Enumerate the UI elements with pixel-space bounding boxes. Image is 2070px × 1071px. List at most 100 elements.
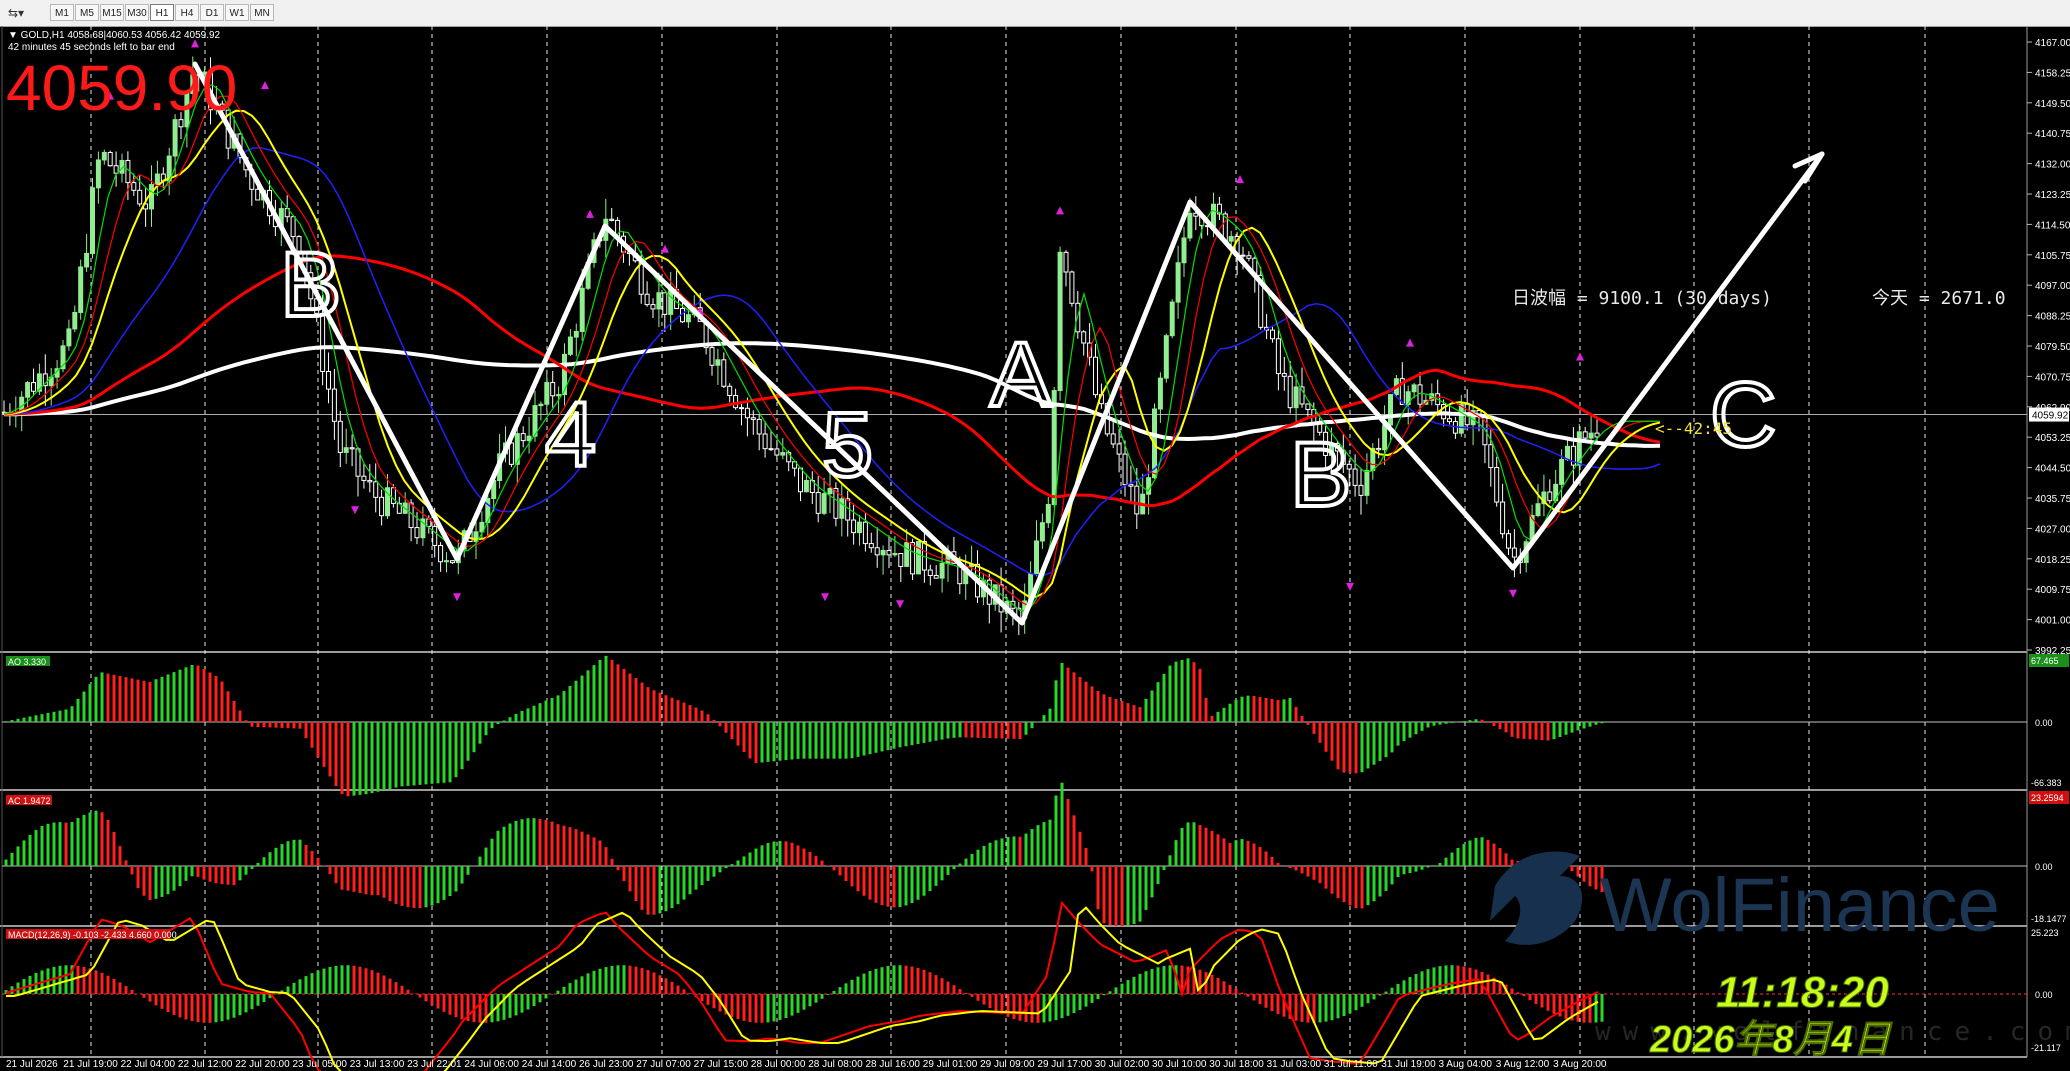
candle-body	[851, 519, 857, 534]
candle-body	[1488, 444, 1494, 469]
timeframe-h1[interactable]: H1	[150, 4, 174, 21]
timeframe-mn[interactable]: MN	[250, 4, 274, 21]
time-tick-label: 22 Jul 12:00	[178, 1059, 233, 1070]
candle-body	[172, 119, 178, 157]
candle-body	[1500, 501, 1506, 535]
fractal-arrow-icon	[1576, 352, 1584, 361]
candle-body	[90, 187, 95, 254]
candle-body	[361, 475, 367, 481]
candle-body	[709, 347, 715, 366]
candle-body	[343, 447, 349, 453]
timeframe-m15[interactable]: M15	[100, 4, 124, 21]
candle-body	[1069, 271, 1075, 304]
price-tick-label: 4140.75	[2035, 129, 2070, 140]
fractal-arrow-icon	[261, 81, 269, 90]
price-tick-label: 4070.75	[2035, 372, 2070, 383]
timeframe-m30[interactable]: M30	[125, 4, 149, 21]
candle-body	[579, 287, 585, 332]
candle-body	[255, 188, 261, 201]
timeframe-d1[interactable]: D1	[200, 4, 224, 21]
price-tick-label: 4123.25	[2035, 190, 2070, 201]
candle-body	[1511, 547, 1517, 558]
candle-body	[1246, 255, 1252, 259]
candle-body	[1093, 356, 1098, 396]
fractal-arrow-icon	[821, 593, 829, 602]
price-tick-label: 4132.00	[2035, 160, 2070, 171]
time-tick-label: 30 Jul 18:00	[1209, 1059, 1264, 1070]
candle-body	[1376, 447, 1382, 451]
time-tick-label: 28 Jul 08:00	[808, 1059, 863, 1070]
macd-line	[5, 900, 1599, 1071]
candle-body	[1181, 237, 1187, 264]
timeframe-m1[interactable]: M1	[50, 4, 74, 21]
timeframe-h4[interactable]: H4	[175, 4, 199, 21]
candle-body	[149, 184, 154, 210]
fractal-arrow-icon	[453, 593, 461, 602]
timeframe-toolbar: ⇆▾ M1 M5 M15 M30 H1 H4 D1 W1 MN	[0, 0, 2070, 27]
wave-label-b-0: B	[280, 234, 341, 336]
candle-body	[650, 304, 656, 310]
candle-body	[727, 385, 733, 396]
time-tick-label: 3 Aug 04:00	[1439, 1059, 1493, 1070]
time-tick-label: 27 Jul 15:00	[694, 1059, 749, 1070]
candle-body	[798, 467, 803, 493]
candle-body	[1506, 533, 1511, 549]
symbol-info: ▼ GOLD,H1 4058.68|4060.53 4056.42 4059.9…	[8, 30, 221, 41]
candle-body	[862, 521, 868, 545]
candle-body	[520, 433, 526, 442]
candle-body	[31, 382, 36, 392]
candle-body	[1287, 375, 1293, 409]
candle-body	[939, 562, 945, 579]
clock: 11:18:20	[1716, 968, 1889, 1017]
candle-body	[839, 498, 845, 519]
fractal-arrow-icon	[1056, 206, 1064, 215]
candle-body	[898, 553, 904, 567]
fractal-arrow-icon	[1018, 652, 1026, 660]
timeframe-w1[interactable]: W1	[225, 4, 249, 21]
candle-body	[1281, 373, 1287, 377]
price-tick-label: 4035.75	[2035, 494, 2070, 505]
time-tick-label: 27 Jul 07:00	[636, 1059, 691, 1070]
candle-body	[444, 560, 449, 563]
candle-body	[1364, 469, 1370, 496]
fractal-arrow-icon	[1236, 175, 1244, 184]
candle-body	[373, 481, 379, 498]
candle-body	[721, 359, 727, 387]
candle-body	[78, 266, 84, 313]
candle-body	[1116, 443, 1122, 455]
candle-body	[414, 527, 420, 539]
candle-body	[1034, 540, 1039, 575]
time-tick-label: 30 Jul 02:00	[1095, 1059, 1150, 1070]
candle-body	[1157, 377, 1163, 410]
candle-body	[1358, 484, 1364, 496]
candle-body	[538, 403, 544, 407]
trading-chart[interactable]: WolFinance www.wolfinance.com B4 5ABC 416…	[0, 26, 2070, 1071]
price-tick-label: 4167.00	[2035, 38, 2070, 49]
candle-body	[1352, 468, 1358, 486]
candle-body	[1128, 484, 1134, 487]
price-tick-label: 4053.25	[2035, 433, 2070, 444]
candle-body	[107, 152, 113, 167]
candle-body	[1270, 329, 1275, 340]
candle-body	[390, 487, 396, 504]
candle-body	[892, 553, 898, 556]
date: 2026年8月4日	[1649, 1019, 1893, 1061]
time-tick-label: 23 Jul 22:01	[407, 1059, 462, 1070]
candle-body	[84, 252, 90, 268]
timeframe-m5[interactable]: M5	[75, 4, 99, 21]
time-tick-label: 29 Jul 09:00	[980, 1059, 1035, 1070]
candle-body	[1169, 301, 1175, 337]
fractal-arrow-icon	[1406, 338, 1414, 347]
candle-body	[1582, 431, 1588, 439]
toolbar-grip-icon[interactable]: ⇆▾	[8, 6, 24, 20]
candle-body	[880, 549, 886, 556]
candle-body	[137, 189, 143, 205]
candle-body	[715, 359, 721, 366]
price-tick-label: 4105.75	[2035, 251, 2070, 262]
candle-body	[1559, 458, 1565, 485]
indicator-axis-label: 25.223	[2031, 928, 2059, 938]
macd-label: MACD(12,26,9) -0.103 -2.433 4.660 0.000	[8, 930, 177, 940]
price-tick-label: 4114.50	[2035, 220, 2070, 231]
candle-body	[744, 407, 750, 419]
ac-label: AC 1.9472	[8, 796, 51, 806]
